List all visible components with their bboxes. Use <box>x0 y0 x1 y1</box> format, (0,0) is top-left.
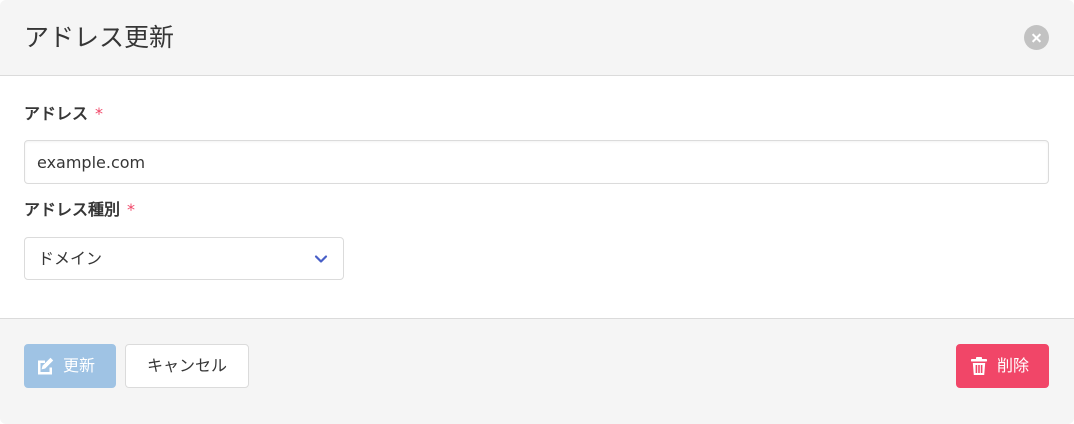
close-icon[interactable] <box>1024 25 1049 50</box>
address-label-row: アドレス * <box>24 103 103 125</box>
trash-icon <box>971 357 987 375</box>
cancel-button[interactable]: キャンセル <box>125 344 249 388</box>
address-type-label-row: アドレス種別 * <box>24 199 135 221</box>
chevron-down-icon <box>314 255 328 263</box>
required-mark: * <box>95 104 104 123</box>
address-label: アドレス <box>24 104 89 123</box>
modal-title: アドレス更新 <box>24 23 175 52</box>
update-button[interactable]: 更新 <box>24 344 116 388</box>
address-type-select[interactable]: ドメイン <box>24 237 344 280</box>
delete-button-label: 削除 <box>997 356 1030 375</box>
modal-footer: 更新 キャンセル 削除 <box>0 318 1074 424</box>
update-button-label: 更新 <box>63 356 96 375</box>
modal-header: アドレス更新 <box>0 0 1074 76</box>
update-address-modal: アドレス更新 アドレス * アドレス種別 * ドメイン 更新 キャンセル <box>0 0 1074 424</box>
address-type-label: アドレス種別 <box>24 200 121 219</box>
delete-button[interactable]: 削除 <box>956 344 1049 388</box>
required-mark: * <box>127 200 136 219</box>
address-input[interactable] <box>24 140 1049 184</box>
edit-icon <box>38 357 54 375</box>
address-type-selected-value: ドメイン <box>38 249 103 268</box>
